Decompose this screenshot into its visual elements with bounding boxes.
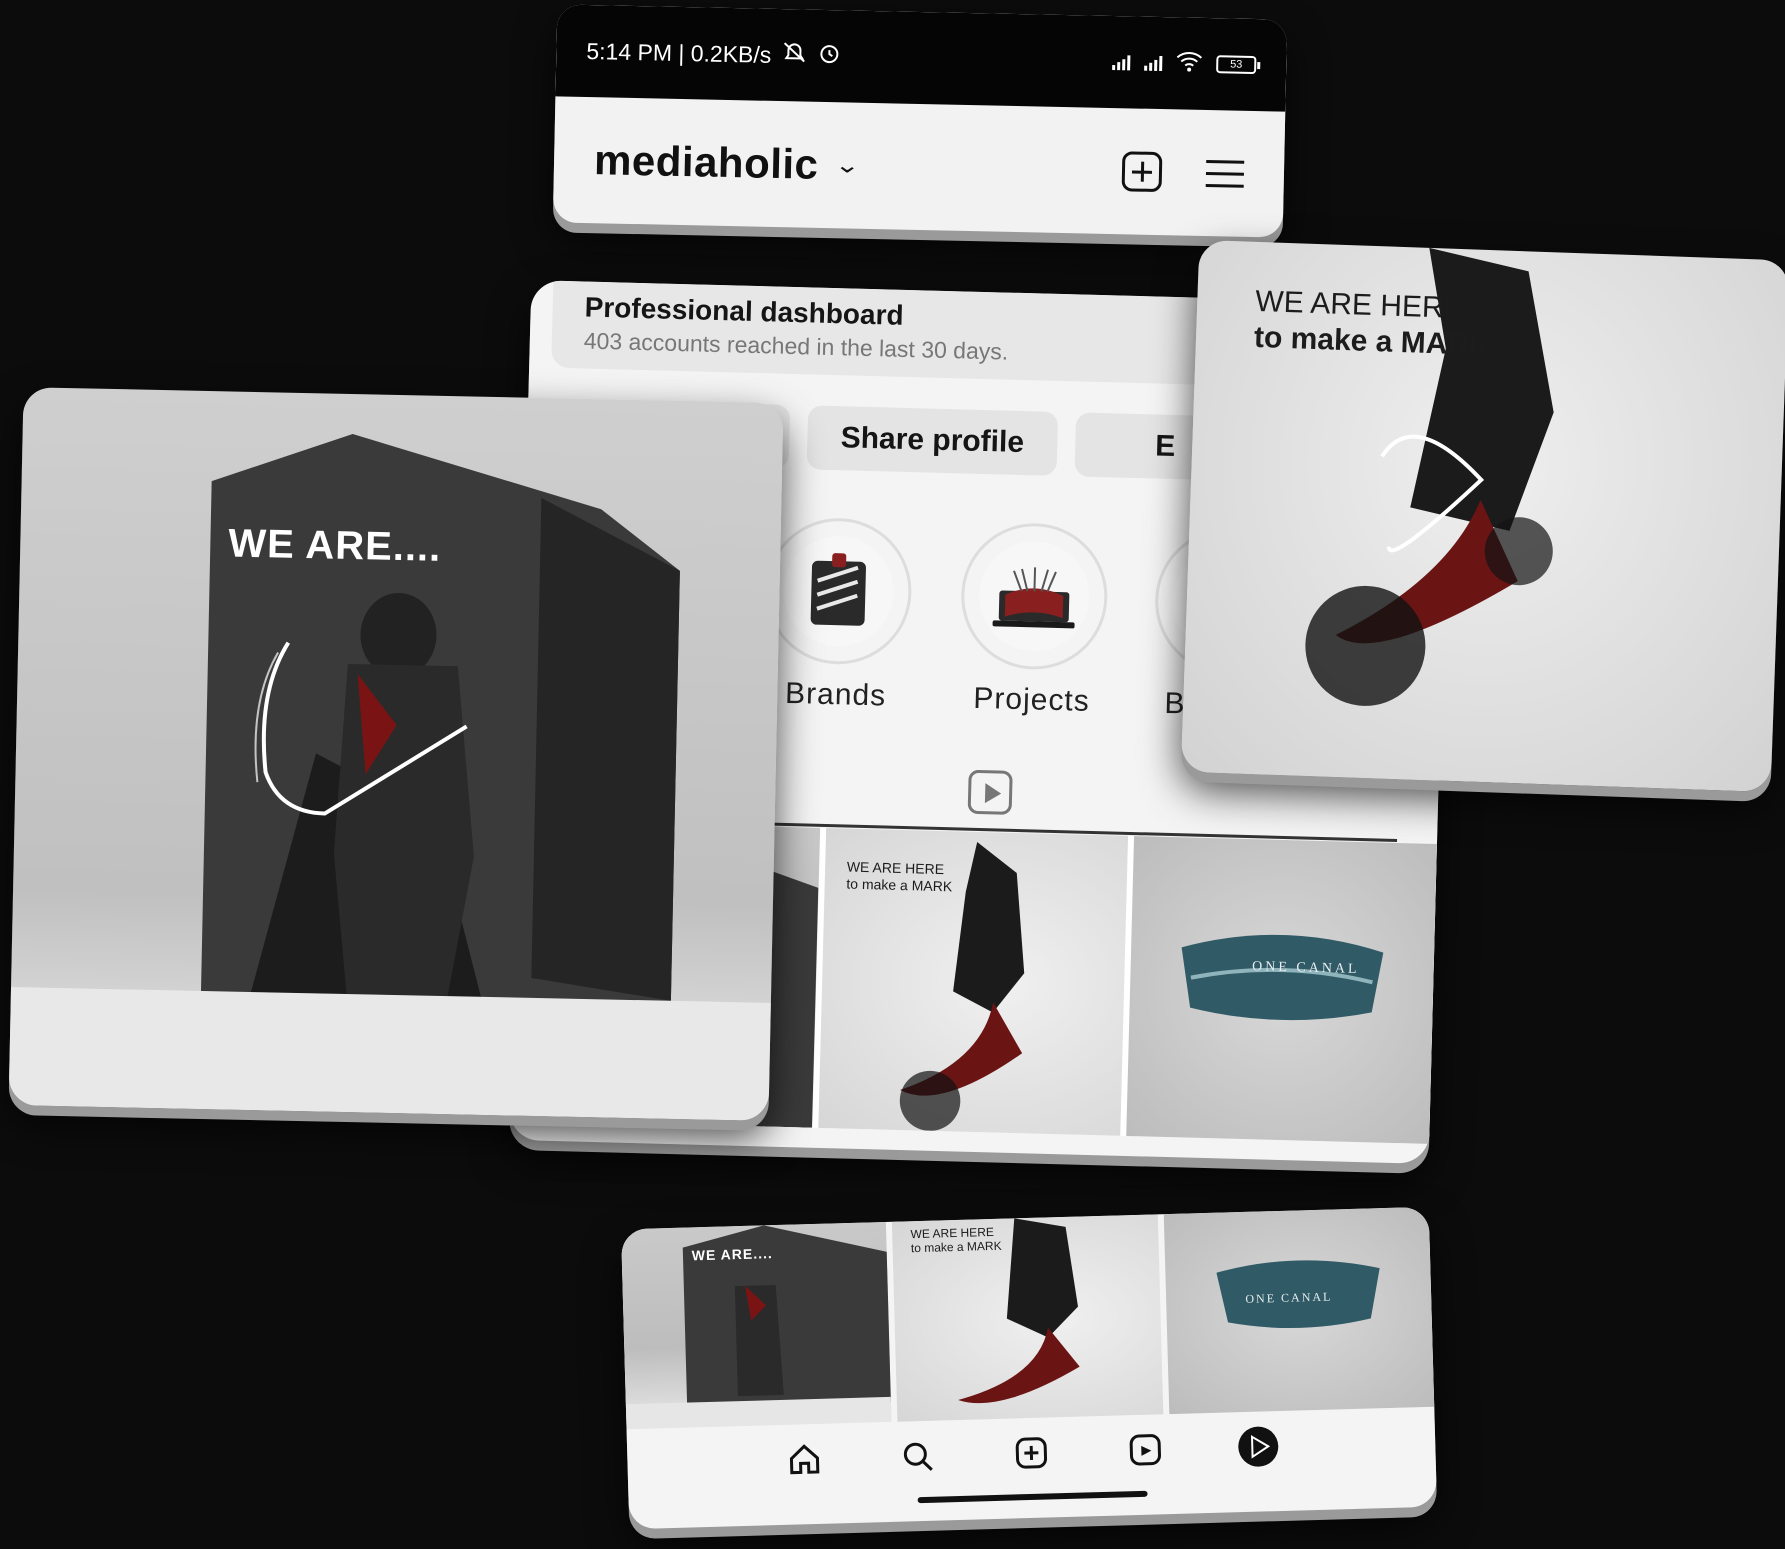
search-icon[interactable] [895, 1434, 940, 1479]
post-grid-bottom: WE ARE.... WE ARE HERE to make a MARK ONE… [620, 1206, 1435, 1430]
featured-caption: WE ARE HERE to make a MARK [1253, 284, 1492, 363]
post-caption: ONE CANAL [1251, 959, 1360, 978]
featured-post-mark[interactable]: WE ARE HERE to make a MARK [1180, 239, 1785, 793]
alarm-icon [817, 41, 842, 71]
brands-icon [810, 553, 866, 626]
projects-icon [992, 567, 1075, 629]
highlight-brands[interactable]: Brands [760, 516, 915, 714]
post-we-are-here[interactable]: WE ARE HERE to make a MARK [817, 828, 1129, 1136]
highlight-label: Brands [784, 676, 887, 713]
status-time: 5:14 PM | 0.2KB/s [586, 37, 772, 68]
signal-icon-2 [1144, 55, 1163, 72]
share-profile-button[interactable]: Share profile [806, 405, 1059, 476]
wifi-icon [1176, 50, 1203, 78]
mute-icon [781, 40, 808, 71]
post-we-are-here-small[interactable]: WE ARE HERE to make a MARK [892, 1214, 1164, 1422]
create-post-icon[interactable] [1121, 151, 1163, 193]
featured-post-we-are[interactable]: WE ARE.... [8, 387, 784, 1121]
signal-icon [1112, 54, 1131, 71]
reels-tab-icon[interactable] [967, 769, 1013, 815]
post-caption: WE ARE HERE to make a MARK [846, 858, 953, 895]
profile-avatar[interactable] [1236, 1424, 1281, 1469]
post-caption: WE ARE.... [691, 1245, 773, 1264]
post-one-canal-small[interactable]: ONE CANAL [1163, 1206, 1435, 1415]
profile-header-card: 5:14 PM | 0.2KB/s 53 mediaholic ⌄ [552, 4, 1288, 238]
chevron-down-icon[interactable]: ⌄ [835, 152, 861, 179]
post-caption: ONE CANAL [1245, 1289, 1333, 1306]
menu-icon[interactable] [1205, 159, 1245, 188]
reels-icon[interactable] [1122, 1427, 1167, 1472]
bottom-feed-card: WE ARE.... WE ARE HERE to make a MARK ONE… [620, 1206, 1438, 1530]
home-indicator [917, 1490, 1148, 1504]
post-we-are-small[interactable]: WE ARE.... [620, 1221, 892, 1430]
post-one-canal[interactable]: ONE CANAL [1126, 836, 1437, 1144]
post-caption: WE ARE HERE to make a MARK [910, 1224, 1002, 1256]
featured-caption: WE ARE.... [227, 521, 442, 570]
highlight-projects[interactable]: Projects [956, 521, 1111, 719]
status-bar: 5:14 PM | 0.2KB/s 53 [555, 4, 1288, 112]
account-username[interactable]: mediaholic [594, 136, 819, 189]
highlight-label: Projects [972, 681, 1091, 718]
home-icon[interactable] [782, 1437, 827, 1482]
create-icon[interactable] [1009, 1430, 1054, 1475]
battery-icon: 53 [1216, 55, 1257, 75]
